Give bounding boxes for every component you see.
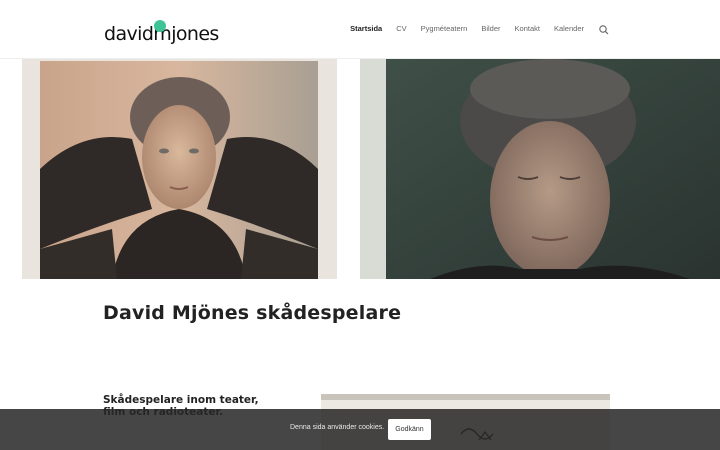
nav-item-cv[interactable]: CV xyxy=(396,19,406,39)
nav-item-kalender[interactable]: Kalender xyxy=(554,19,584,39)
main-nav: Startsida CV Pygméteatern Bilder Kontakt… xyxy=(350,19,720,39)
site-header: davidmjones Startsida CV Pygméteatern Bi… xyxy=(0,0,720,59)
search-icon[interactable] xyxy=(598,23,610,35)
portrait-photo-left xyxy=(22,59,337,279)
cookie-accept-button[interactable]: Godkänn xyxy=(388,419,431,440)
nav-item-startsida[interactable]: Startsida xyxy=(350,19,382,39)
cookie-bar: Denna sida använder cookies. xyxy=(0,409,720,450)
portrait-photo-right xyxy=(360,59,720,279)
nav-item-kontakt[interactable]: Kontakt xyxy=(515,19,540,39)
nav-item-pygmeteatern[interactable]: Pygméteatern xyxy=(421,19,468,39)
logo-dot-icon xyxy=(154,20,166,32)
cookie-text: Denna sida använder cookies. xyxy=(290,424,385,431)
nav-item-bilder[interactable]: Bilder xyxy=(481,19,500,39)
page-title: David Mjönes skådespelare xyxy=(103,302,402,324)
site-logo[interactable]: davidmjones xyxy=(104,20,219,45)
